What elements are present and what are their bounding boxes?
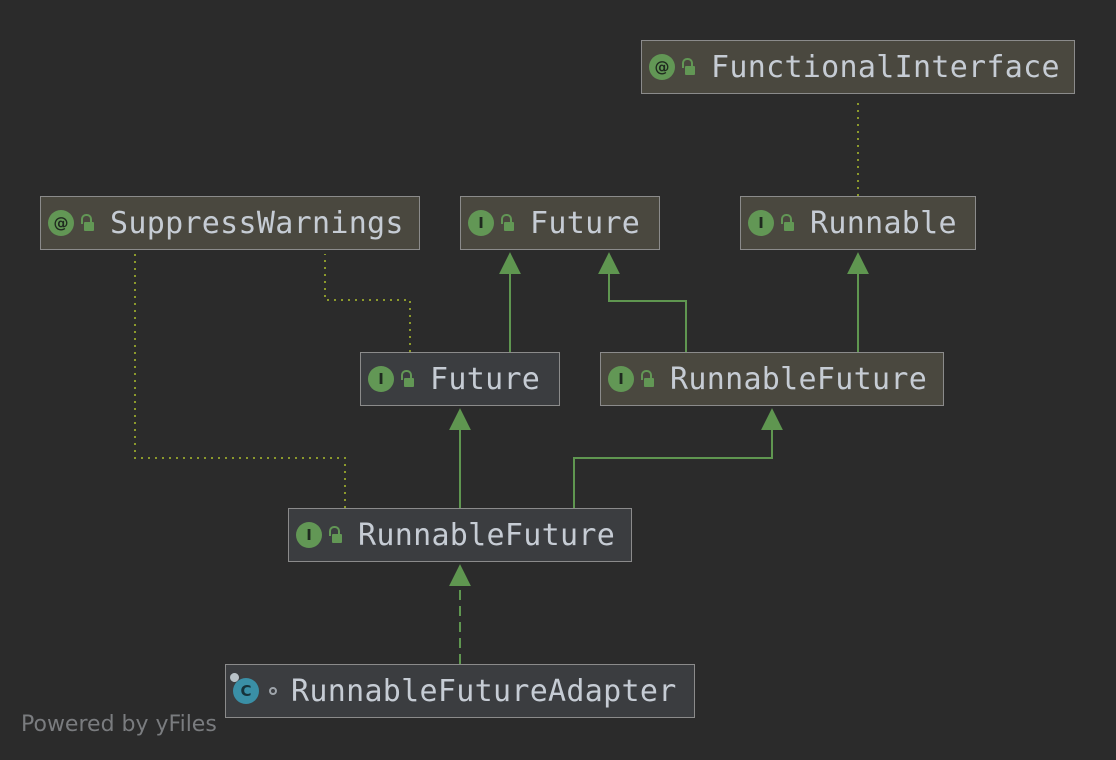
node-future-library[interactable]: I Future <box>460 196 660 250</box>
package-private-icon <box>269 687 277 695</box>
lock-open-icon <box>400 370 414 388</box>
interface-icon: I <box>296 522 322 548</box>
node-runnablefuture-project[interactable]: I RunnableFuture <box>288 508 632 562</box>
node-label: SuppressWarnings <box>110 205 404 241</box>
interface-icon: I <box>368 366 394 392</box>
class-icon: C <box>233 678 259 704</box>
node-label: FunctionalInterface <box>711 49 1060 85</box>
node-label: RunnableFuture <box>358 517 616 553</box>
interface-icon: I <box>468 210 494 236</box>
node-functionalinterface[interactable]: @ FunctionalInterface <box>641 40 1075 94</box>
lock-open-icon <box>80 214 94 232</box>
node-future-project[interactable]: I Future <box>360 352 560 406</box>
node-runnable[interactable]: I Runnable <box>740 196 976 250</box>
lock-open-icon <box>500 214 514 232</box>
node-suppresswarnings[interactable]: @ SuppressWarnings <box>40 196 420 250</box>
yfiles-watermark: Powered by yFiles <box>21 712 217 737</box>
lock-open-icon <box>328 526 342 544</box>
lock-open-icon <box>640 370 654 388</box>
edge-runnablefuture-extends-future <box>598 252 687 352</box>
node-label: Runnable <box>810 205 957 241</box>
edge-future-suppresswarnings <box>324 254 411 352</box>
annotation-icon: @ <box>48 210 74 236</box>
interface-icon: I <box>608 366 634 392</box>
interface-icon: I <box>748 210 774 236</box>
annotation-icon: @ <box>649 54 675 80</box>
node-runnablefuture-library[interactable]: I RunnableFuture <box>600 352 944 406</box>
edge-runnablefuture-extends-runnablefuture <box>573 408 783 508</box>
lock-open-icon <box>681 58 695 76</box>
node-runnablefutureadapter[interactable]: C RunnableFutureAdapter <box>225 664 695 718</box>
lock-open-icon <box>780 214 794 232</box>
edge-runnablefuture-suppresswarnings <box>134 254 346 508</box>
node-label: RunnableFutureAdapter <box>291 673 677 709</box>
node-label: Future <box>430 361 541 397</box>
node-label: Future <box>530 205 641 241</box>
node-label: RunnableFuture <box>670 361 928 397</box>
